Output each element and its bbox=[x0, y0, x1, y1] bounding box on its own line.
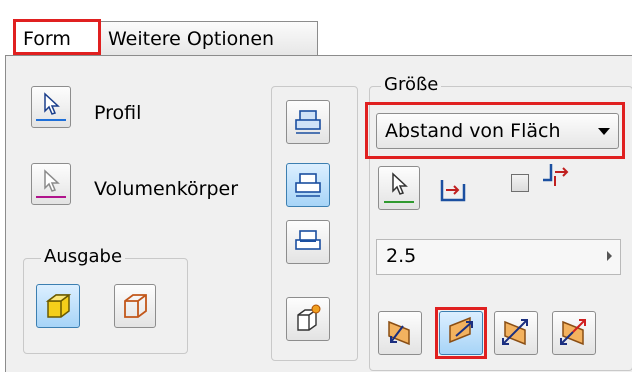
profile-select-button[interactable] bbox=[31, 86, 71, 128]
symmetric-icon bbox=[502, 319, 528, 346]
offset-checkbox[interactable] bbox=[511, 174, 529, 192]
tab-form[interactable]: Form bbox=[13, 19, 101, 55]
cursor-icon bbox=[36, 92, 66, 121]
select-face-button[interactable] bbox=[378, 166, 420, 210]
solid-select-button[interactable] bbox=[31, 163, 71, 205]
symmetric-button[interactable] bbox=[494, 311, 538, 355]
solid-output-icon bbox=[45, 294, 72, 318]
profile-label: Profil bbox=[94, 102, 142, 124]
distance-measure-icon[interactable] bbox=[438, 174, 468, 204]
join-button[interactable] bbox=[286, 100, 330, 144]
form-panel: Profil Volumenkörper Ausgabe Größe Absta… bbox=[5, 55, 632, 372]
output-solid-button[interactable] bbox=[36, 284, 80, 328]
new-solid-icon bbox=[297, 304, 321, 331]
select-face-icon bbox=[384, 172, 414, 203]
distance-value: 2.5 bbox=[386, 245, 417, 267]
extent-highlight bbox=[365, 102, 625, 159]
join-icon bbox=[295, 110, 321, 134]
intersect-button[interactable] bbox=[286, 220, 330, 264]
direction-2-highlight bbox=[435, 307, 487, 359]
asymmetric-button[interactable] bbox=[552, 311, 596, 355]
new-solid-button[interactable] bbox=[286, 297, 330, 341]
cut-icon bbox=[295, 173, 321, 197]
spin-right-icon[interactable] bbox=[607, 251, 612, 261]
intersect-icon bbox=[295, 230, 321, 250]
solid-label: Volumenkörper bbox=[94, 178, 239, 200]
asymmetric-icon bbox=[560, 319, 586, 346]
cut-button[interactable] bbox=[286, 163, 330, 207]
output-surface-button[interactable] bbox=[114, 284, 156, 328]
direction-1-button[interactable] bbox=[378, 311, 422, 355]
distance-input[interactable]: 2.5 bbox=[376, 239, 621, 275]
tab-weitere-optionen[interactable]: Weitere Optionen bbox=[100, 21, 318, 55]
offset-icon[interactable] bbox=[541, 162, 573, 196]
tab-strip: Weitere Optionen Form bbox=[0, 0, 632, 62]
direction-1-icon bbox=[388, 320, 410, 346]
size-group-label: Größe bbox=[381, 74, 442, 95]
solid-cursor-icon bbox=[36, 169, 66, 198]
surface-output-icon bbox=[124, 294, 147, 318]
output-group-label: Ausgabe bbox=[41, 246, 126, 267]
